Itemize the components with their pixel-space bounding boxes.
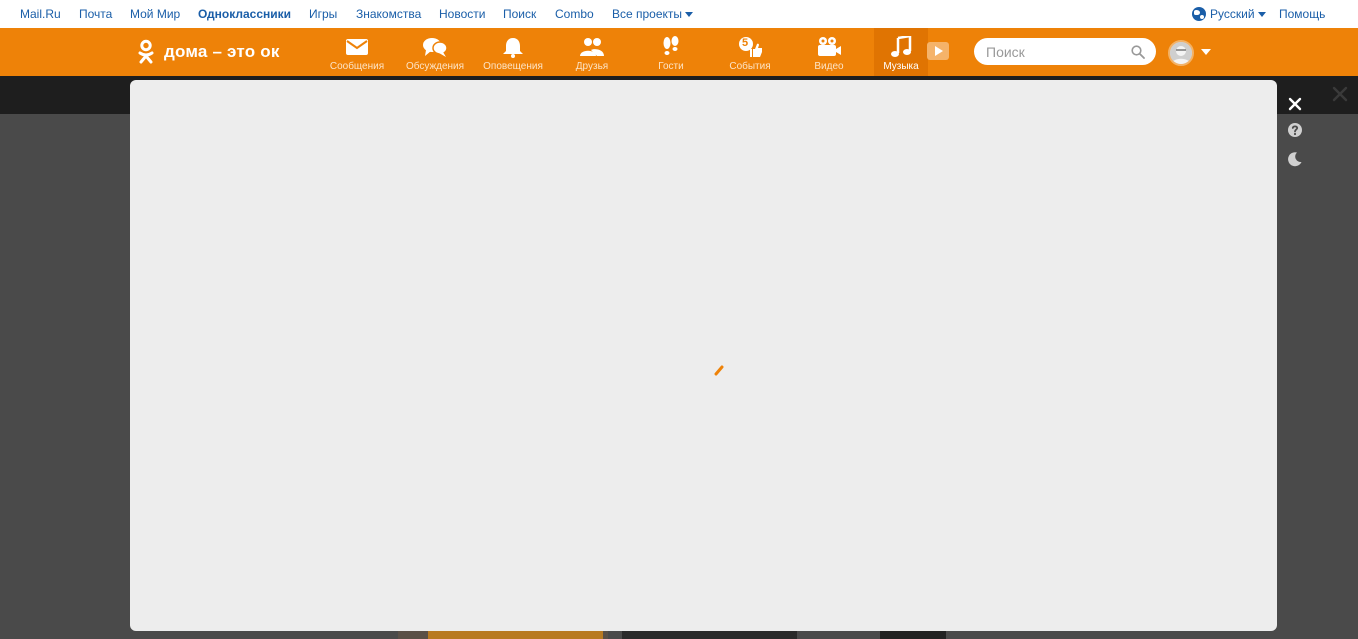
nav-discussions[interactable]: Обсуждения <box>399 28 471 76</box>
link-znakomstva[interactable]: Знакомства <box>356 7 421 21</box>
nav-notifications-label: Оповещения <box>483 61 543 72</box>
language-label: Русский <box>1210 7 1255 21</box>
nav-discussions-label: Обсуждения <box>405 61 465 72</box>
link-novosti[interactable]: Новости <box>439 7 485 21</box>
close-icon[interactable] <box>1287 96 1303 112</box>
portal-bar: Mail.Ru Почта Мой Мир Одноклассники Игры… <box>0 0 1358 28</box>
background-card <box>428 630 603 639</box>
link-odnoklassniki[interactable]: Одноклассники <box>198 7 291 21</box>
all-projects-dropdown[interactable]: Все проекты <box>612 7 694 21</box>
main-toolbar: дома – это ок Сообщения Обсуждения Опове… <box>0 28 1358 76</box>
bell-icon <box>503 38 523 58</box>
friends-icon <box>580 38 604 56</box>
chevron-down-icon <box>1257 12 1266 18</box>
globe-icon <box>1192 7 1206 21</box>
link-help[interactable]: Помощь <box>1279 7 1325 21</box>
default-avatar-icon <box>1170 42 1192 64</box>
link-pochta[interactable]: Почта <box>79 7 112 21</box>
nav-messages[interactable]: Сообщения <box>321 28 393 76</box>
envelope-icon <box>346 39 368 55</box>
moon-icon[interactable] <box>1287 151 1303 167</box>
ok-logo[interactable]: дома – это ок <box>137 39 280 65</box>
all-projects-label: Все проекты <box>612 7 683 21</box>
background-card <box>622 630 797 639</box>
events-badge: 5 <box>741 37 749 49</box>
loading-spinner-icon <box>714 365 724 376</box>
nav-video-label: Видео <box>814 61 844 72</box>
music-play-button[interactable] <box>927 42 949 60</box>
language-dropdown[interactable]: Русский <box>1192 7 1266 21</box>
ok-logo-icon <box>138 39 154 64</box>
user-menu-chevron-icon[interactable] <box>1201 49 1211 55</box>
search-icon[interactable] <box>1131 45 1145 59</box>
music-modal <box>130 80 1277 631</box>
nav-guests[interactable]: Гости <box>635 28 707 76</box>
nav-messages-label: Сообщения <box>329 61 385 72</box>
nav-events-label: События <box>729 61 771 72</box>
nav-friends-label: Друзья <box>575 61 609 72</box>
link-combo[interactable]: Combo <box>555 7 594 21</box>
user-avatar[interactable] <box>1168 40 1194 66</box>
background-card <box>880 630 946 639</box>
chat-bubbles-icon <box>423 38 448 57</box>
link-moy-mir[interactable]: Мой Мир <box>130 7 180 21</box>
nav-friends[interactable]: Друзья <box>556 28 628 76</box>
chevron-down-icon <box>685 12 694 18</box>
footprints-icon <box>663 36 679 55</box>
link-poisk[interactable]: Поиск <box>503 7 536 21</box>
link-igry[interactable]: Игры <box>309 7 337 21</box>
search-input[interactable] <box>974 38 1156 65</box>
nav-video[interactable]: Видео <box>793 28 865 76</box>
link-mailru[interactable]: Mail.Ru <box>20 7 61 21</box>
music-note-icon <box>891 36 912 57</box>
nav-notifications[interactable]: Оповещения <box>477 28 549 76</box>
logo-slogan: дома – это ок <box>164 42 280 61</box>
close-icon[interactable] <box>1332 86 1348 102</box>
nav-guests-label: Гости <box>658 61 684 72</box>
video-camera-icon <box>818 37 841 56</box>
help-icon[interactable] <box>1287 122 1303 138</box>
nav-music[interactable]: Музыка <box>874 28 928 76</box>
nav-events[interactable]: 5 События <box>714 28 786 76</box>
nav-music-label: Музыка <box>883 61 919 72</box>
